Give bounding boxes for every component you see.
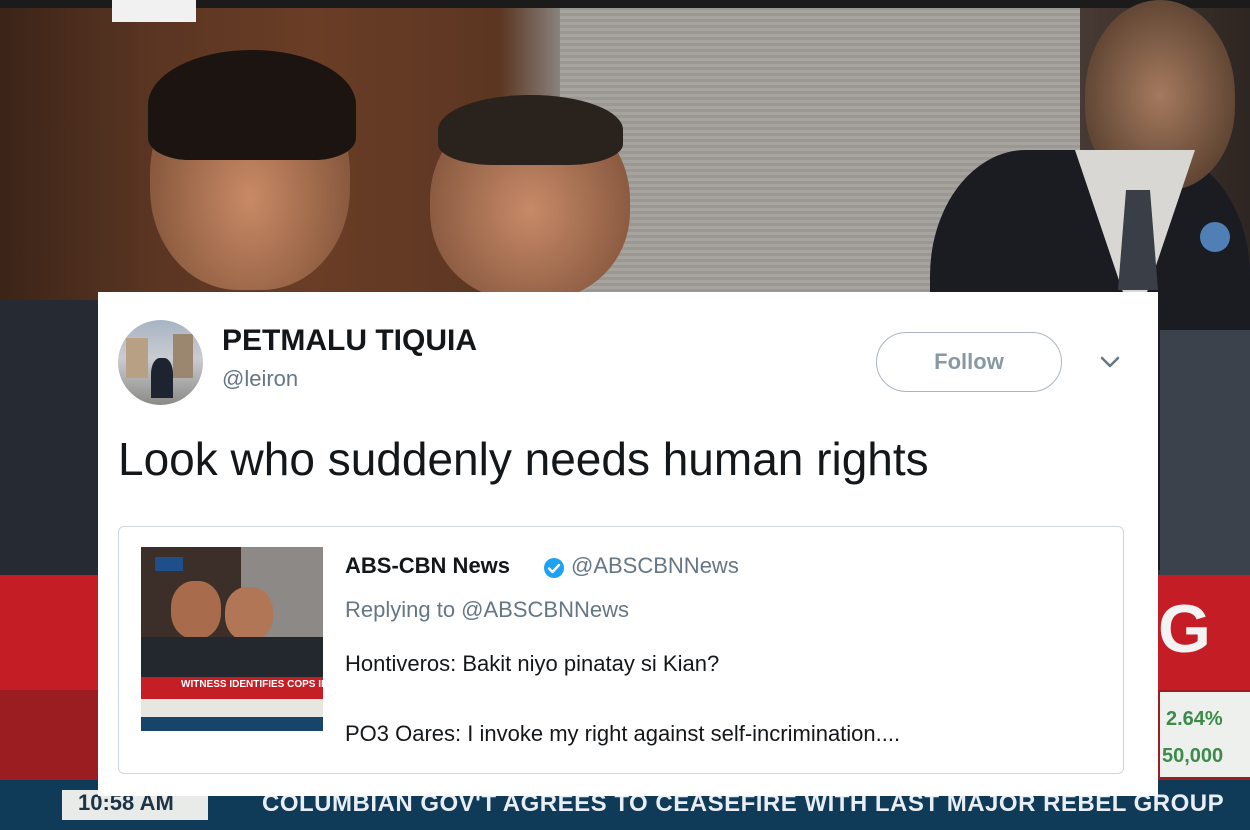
officer-uniform-left — [0, 300, 110, 590]
tweet-card: PETMALU TIQUIA @leiron Follow Look who s… — [98, 292, 1158, 796]
avatar[interactable] — [118, 320, 203, 405]
chevron-down-icon[interactable] — [1098, 352, 1122, 372]
author-display-name[interactable]: PETMALU TIQUIA — [222, 324, 477, 358]
author-handle[interactable]: @leiron — [222, 366, 298, 392]
broadcast-top-chip — [112, 0, 196, 22]
quoted-display-name[interactable]: ABS-CBN News — [345, 553, 510, 579]
thumb-person-2 — [225, 587, 273, 641]
quoted-handle[interactable]: @ABSCBNNews — [571, 553, 739, 579]
officer-uniform-right — [1160, 330, 1250, 580]
replying-to[interactable]: Replying to @ABSCBNNews — [345, 597, 629, 623]
quoted-text-line-1: Hontiveros: Bakit niyo pinatay si Kian? — [345, 651, 720, 676]
thumb-person-1 — [171, 581, 221, 639]
verified-badge-icon — [544, 558, 564, 578]
thumb-market-strip — [141, 699, 323, 717]
follow-button[interactable]: Follow — [876, 332, 1062, 392]
market-value-2: 50,000 — [1162, 745, 1224, 767]
lapel-pin — [1200, 222, 1230, 252]
thumb-ticker — [141, 717, 323, 731]
avatar-figure — [151, 358, 173, 398]
person-center-hair — [438, 95, 623, 165]
tweet-text: Look who suddenly needs human rights — [118, 433, 929, 485]
news-side-letter: G — [1158, 591, 1211, 667]
avatar-building — [126, 338, 148, 378]
thumb-caption: WITNESS IDENTIFIES COPS INVOLVED IN — [181, 679, 323, 690]
quoted-text-line-2: PO3 Oares: I invoke my right against sel… — [345, 721, 901, 746]
avatar-building-2 — [173, 334, 193, 378]
quoted-tweet-thumbnail[interactable]: WITNESS IDENTIFIES COPS INVOLVED IN — [141, 547, 323, 731]
market-value-1: 2.64% — [1166, 708, 1223, 730]
quoted-tweet[interactable]: WITNESS IDENTIFIES COPS INVOLVED IN ABS-… — [118, 526, 1124, 774]
thumb-channel-logo — [155, 557, 183, 571]
person-left-hair — [148, 50, 356, 160]
